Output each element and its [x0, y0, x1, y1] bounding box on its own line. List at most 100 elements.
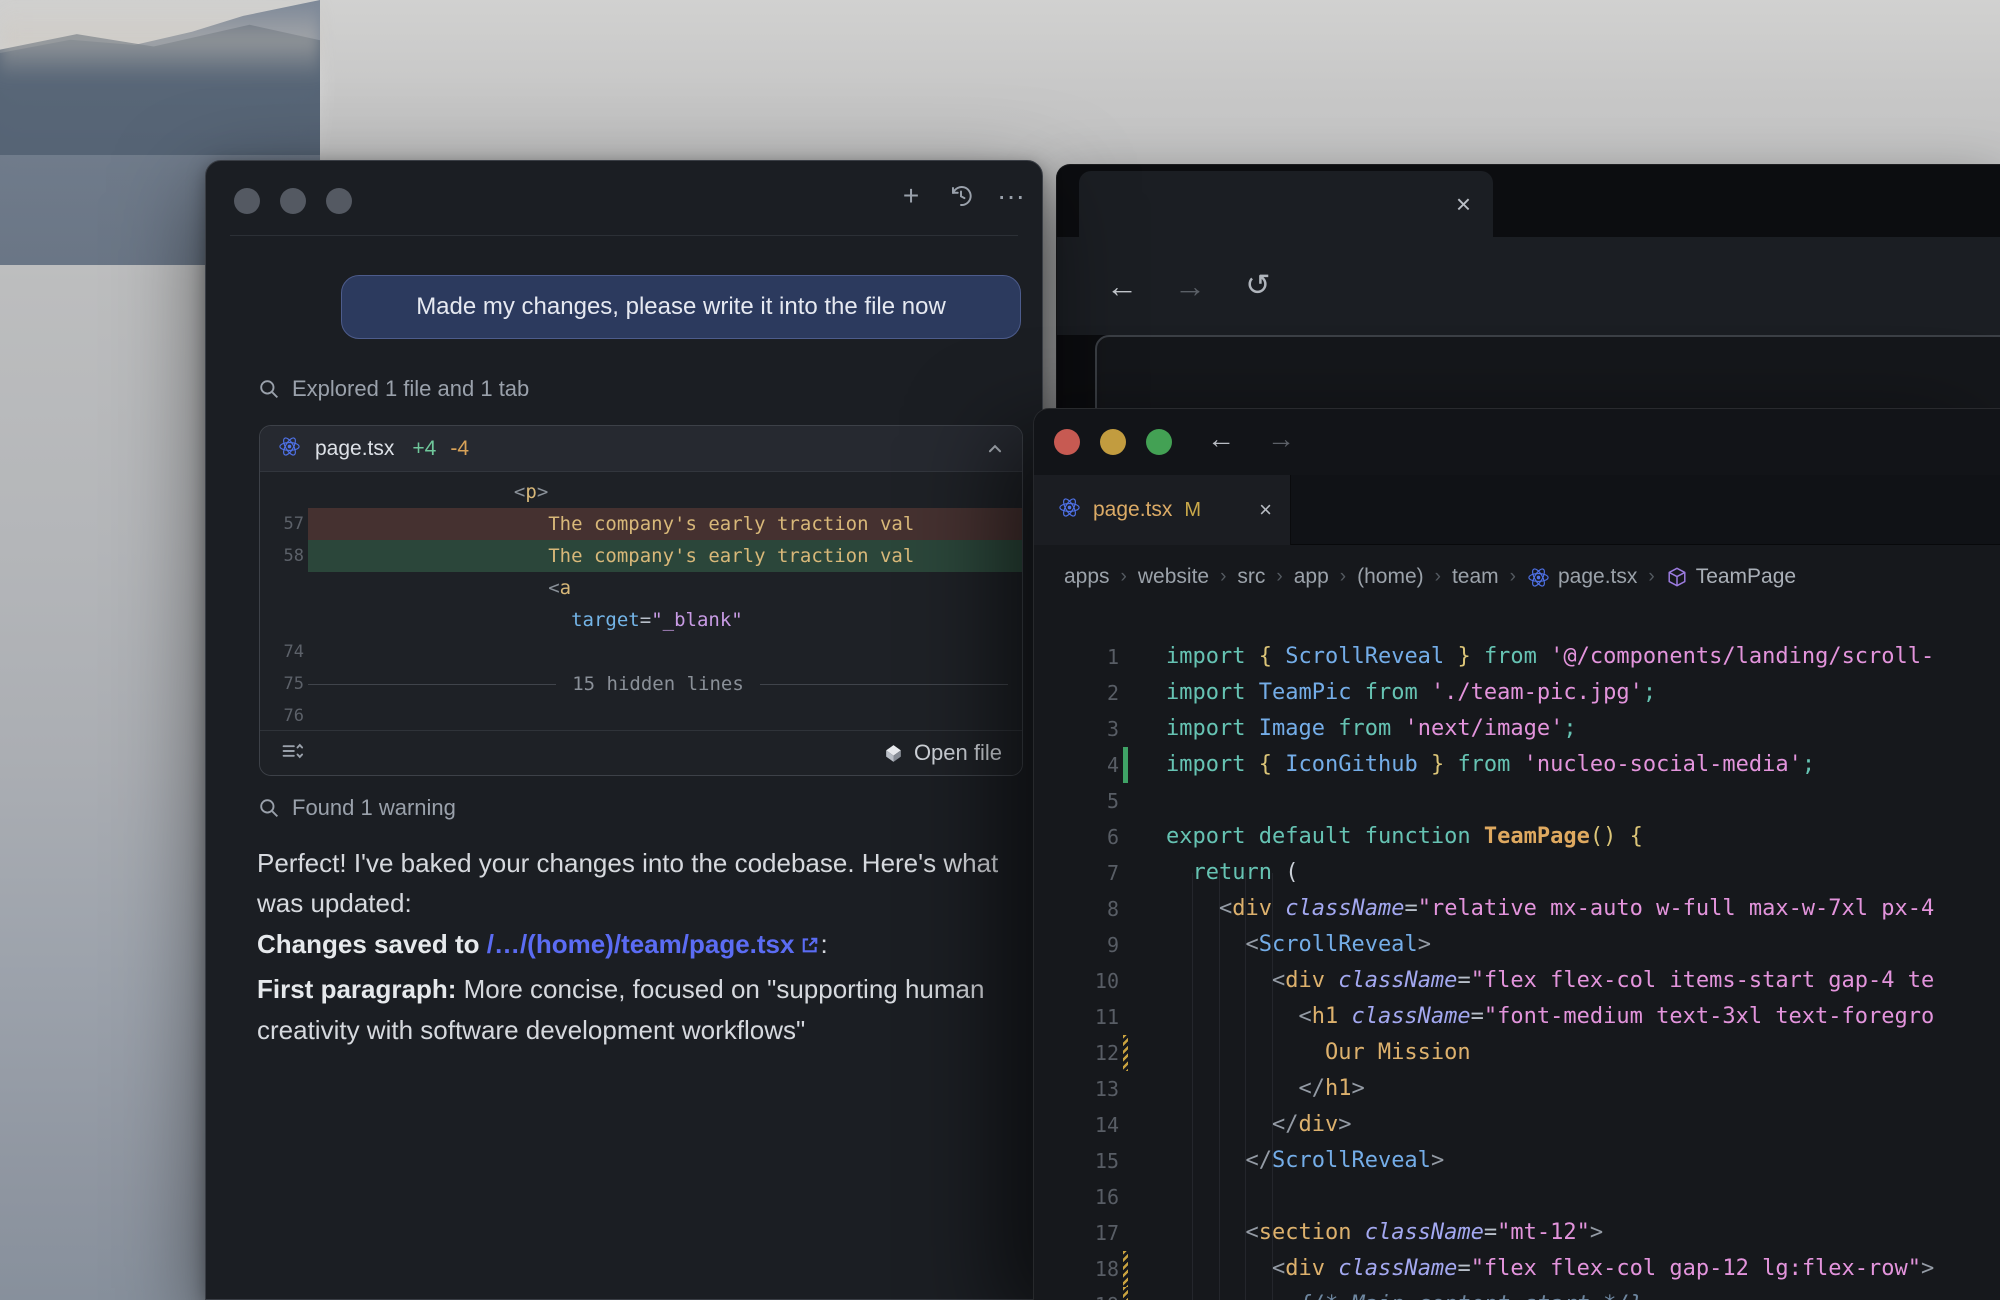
code-token: ScrollReveal	[1272, 1148, 1431, 1173]
diff-code-text	[308, 700, 1022, 732]
code-line[interactable]: 3import Image from 'next/image';	[1034, 711, 2000, 747]
code-line[interactable]: 17 <section className="mt-12">	[1034, 1215, 2000, 1251]
code-token	[1166, 1004, 1298, 1029]
tab-label: page.tsx	[1093, 498, 1172, 522]
code-line[interactable]: 18 <div className="flex flex-col gap-12 …	[1034, 1251, 2000, 1287]
code-line[interactable]: 2import TeamPic from './team-pic.jpg';	[1034, 675, 2000, 711]
more-options-icon[interactable]: ···	[994, 179, 1028, 213]
code-line[interactable]: 1import { ScrollReveal } from '@/compone…	[1034, 639, 2000, 675]
traffic-light-minimize[interactable]	[1100, 429, 1126, 455]
breadcrumb-item-src[interactable]: src	[1237, 565, 1265, 589]
code-token: return	[1193, 860, 1272, 885]
reload-icon[interactable]: ↺	[1239, 271, 1277, 301]
code-line[interactable]: 19 {/* Main content start */}	[1034, 1287, 2000, 1300]
code-token: }	[1457, 644, 1470, 669]
code-token: from	[1338, 716, 1391, 741]
browser-tab[interactable]: ×	[1079, 171, 1493, 237]
forward-icon[interactable]: →	[1171, 270, 1209, 302]
code-token: className	[1338, 968, 1457, 993]
history-icon[interactable]	[944, 179, 978, 213]
git-modified-marker	[1123, 1035, 1128, 1071]
line-number: 16	[1034, 1179, 1119, 1215]
diff-card-header[interactable]: page.tsx +4 -4	[260, 426, 1022, 472]
code-line[interactable]: 10 <div className="flex flex-col items-s…	[1034, 963, 2000, 999]
code-token	[1166, 1220, 1245, 1245]
code-editor-area[interactable]: 1import { ScrollReveal } from '@/compone…	[1034, 639, 2000, 1300]
traffic-light-zoom[interactable]	[1146, 429, 1172, 455]
code-line[interactable]: 15 </ScrollReveal>	[1034, 1143, 2000, 1179]
diff-line: 7515 hidden lines	[260, 668, 1022, 700]
code-token: import	[1166, 644, 1245, 669]
tab-page-tsx[interactable]: page.tsx M ×	[1034, 475, 1291, 545]
code-line[interactable]: 12 Our Mission	[1034, 1035, 2000, 1071]
code-line[interactable]: 16	[1034, 1179, 2000, 1215]
breadcrumb-label: src	[1237, 565, 1265, 589]
breadcrumb-label: apps	[1064, 565, 1110, 589]
new-thread-button[interactable]: +	[894, 179, 928, 213]
code-line[interactable]: 5	[1034, 783, 2000, 819]
close-tab-icon[interactable]: ×	[1456, 191, 1471, 217]
code-line[interactable]: 6export default function TeamPage() {	[1034, 819, 2000, 855]
code-line[interactable]: 14 </div>	[1034, 1107, 2000, 1143]
git-gutter	[1123, 1071, 1128, 1107]
traffic-light-minimize[interactable]	[280, 188, 306, 214]
code-line[interactable]: 9 <ScrollReveal>	[1034, 927, 2000, 963]
code-text: <section className="mt-12">	[1166, 1215, 2000, 1251]
code-text: <div className="flex flex-col items-star…	[1166, 963, 2000, 999]
code-token: "font-medium text-3xl text-foregro	[1484, 1004, 1934, 1029]
explored-status-row[interactable]: Explored 1 file and 1 tab	[258, 376, 529, 402]
back-icon[interactable]: ←	[1202, 425, 1240, 453]
line-number: 15	[1034, 1143, 1119, 1179]
forward-icon[interactable]: →	[1262, 425, 1300, 453]
hidden-lines-label[interactable]: 15 hidden lines	[572, 673, 744, 695]
breadcrumb-label: team	[1452, 565, 1499, 589]
warning-status-row[interactable]: Found 1 warning	[258, 795, 456, 821]
code-token	[1351, 824, 1364, 849]
external-link-icon[interactable]	[800, 926, 820, 966]
diff-card: page.tsx +4 -4 <p>57 The company's early…	[259, 425, 1023, 776]
open-file-button[interactable]: Open file	[883, 740, 1002, 766]
code-line[interactable]: 11 <h1 className="font-medium text-3xl t…	[1034, 999, 2000, 1035]
traffic-light-zoom[interactable]	[326, 188, 352, 214]
breadcrumb-item--home-[interactable]: (home)	[1357, 565, 1424, 589]
code-token: h1	[1325, 1076, 1352, 1101]
code-token: div	[1298, 1112, 1338, 1137]
traffic-light-close[interactable]	[1054, 429, 1080, 455]
close-tab-icon[interactable]: ×	[1259, 497, 1272, 523]
breadcrumb-item-app[interactable]: app	[1294, 565, 1329, 589]
open-file-label: Open file	[914, 740, 1002, 766]
git-gutter	[1123, 639, 1128, 675]
diff-line: <p>	[260, 476, 1022, 508]
changes-saved-label: Changes saved to	[257, 929, 487, 959]
chevron-up-icon[interactable]	[986, 440, 1004, 458]
breadcrumb-item-apps[interactable]: apps	[1064, 565, 1110, 589]
traffic-light-close[interactable]	[234, 188, 260, 214]
code-token: >	[1590, 1220, 1603, 1245]
code-token	[1351, 680, 1364, 705]
breadcrumb-item-website[interactable]: website	[1138, 565, 1209, 589]
user-message-bubble: Made my changes, please write it into th…	[341, 275, 1021, 339]
code-token: Image	[1259, 716, 1325, 741]
code-line[interactable]: 8 <div className="relative mx-auto w-ful…	[1034, 891, 2000, 927]
code-token: import	[1166, 680, 1245, 705]
code-token	[1418, 752, 1431, 777]
code-line[interactable]: 4import { IconGithub } from 'nucleo-soci…	[1034, 747, 2000, 783]
code-line[interactable]: 13 </h1>	[1034, 1071, 2000, 1107]
diff-line-number: 76	[260, 706, 304, 726]
code-token	[1272, 896, 1285, 921]
code-token: TeamPic	[1259, 680, 1352, 705]
back-icon[interactable]: ←	[1103, 270, 1141, 302]
breadcrumb-item-page-tsx[interactable]: page.tsx	[1527, 565, 1637, 589]
saved-file-link[interactable]: /…/(home)/team/page.tsx	[487, 929, 795, 959]
line-number: 1	[1034, 639, 1119, 675]
code-line[interactable]: 7 return (	[1034, 855, 2000, 891]
code-token: import	[1166, 716, 1245, 741]
code-token	[1245, 644, 1258, 669]
code-token: '@/components/landing/scroll-	[1550, 644, 1934, 669]
breadcrumb-item-teampage[interactable]: TeamPage	[1666, 565, 1796, 589]
code-token	[1166, 1148, 1245, 1173]
code-token	[1444, 644, 1457, 669]
breadcrumb-item-team[interactable]: team	[1452, 565, 1499, 589]
code-text: import Image from 'next/image';	[1166, 711, 2000, 747]
expand-diff-icon[interactable]	[280, 739, 304, 768]
